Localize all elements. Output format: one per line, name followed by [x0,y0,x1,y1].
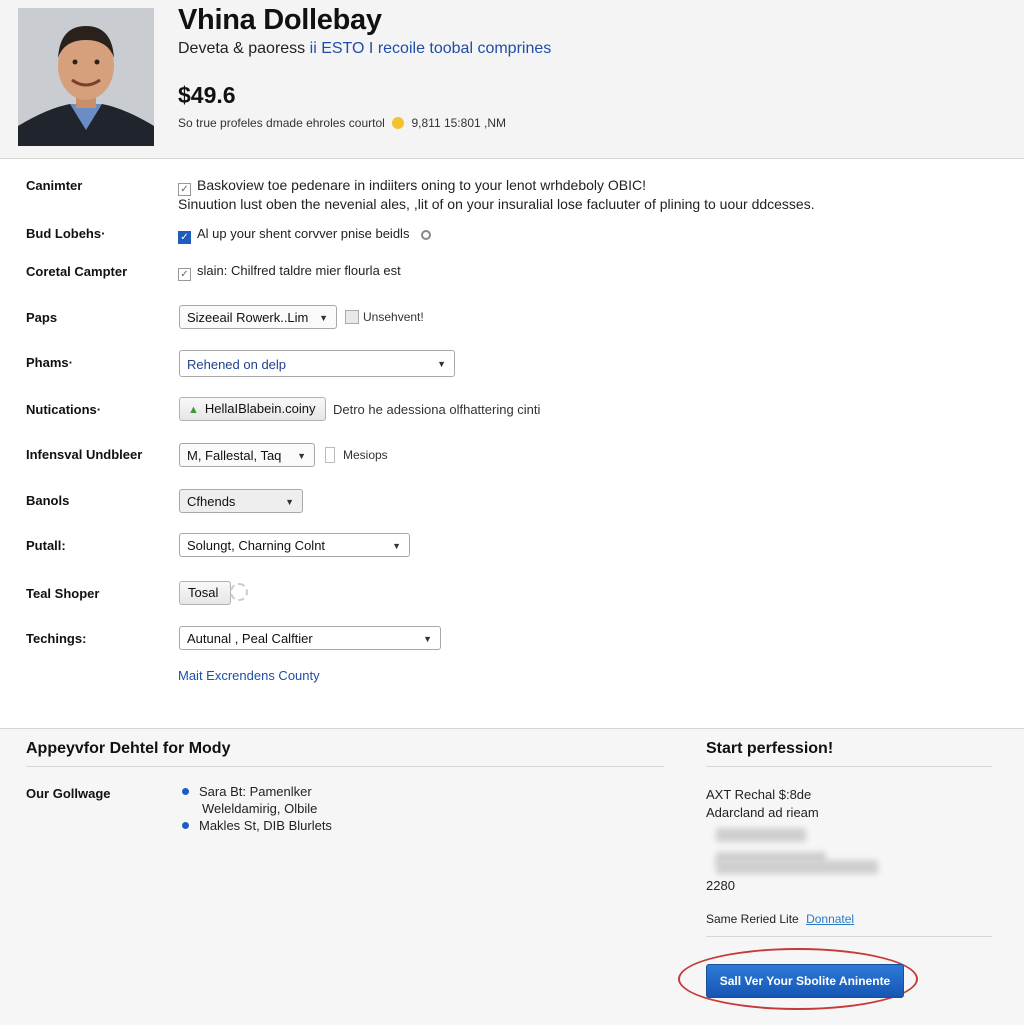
infensval-select-value: M, Fallestal, Taq [187,448,282,463]
banols-select[interactable]: Cfhends ▼ [179,489,303,513]
truncated-text [706,1016,766,1024]
footer-list-item: Sara Bt: Pamenlker [182,784,312,799]
paps-aside[interactable]: Unsehvent! [345,310,424,324]
chevron-down-icon: ▼ [297,451,306,461]
profile-meta: So true profeles dmade ehroles courtol 9… [178,116,506,130]
footer-right-note: Same Reried Lite Donnatel [706,912,854,926]
profile-name: Vhina Dollebay [178,4,382,36]
profile-avatar [18,8,154,146]
footer-right-divider [706,766,992,767]
chevron-down-icon: ▼ [319,313,328,323]
paps-select[interactable]: Sizeeail Rowerk..Lim ▼ [179,305,337,329]
footer-left-label: Our Gollwage [26,786,111,801]
footer-right-line1: AXT Rechal $:8de [706,787,812,802]
canimter-text: Baskoview toe pedenare in indiiters onin… [197,177,647,193]
subtitle-tag[interactable]: ii ESTO I [310,40,374,57]
tosal-button[interactable]: Tosal [179,581,231,605]
chevron-down-icon: ▼ [285,497,294,507]
canimter-checkbox-row[interactable]: ✓ Baskoview toe pedenare in indiiters oni… [178,177,646,196]
infensval-select[interactable]: M, Fallestal, Taq ▼ [179,443,315,467]
redacted-text [716,828,806,842]
spinner-icon [230,583,248,601]
meta-text: So true profeles dmade ehroles courtol [178,116,385,130]
phams-select[interactable]: Rehened on delp ▼ [179,350,455,377]
bullet-icon [182,822,189,829]
settings-form [0,160,1024,728]
redacted-text [716,860,878,874]
form-label-paps: Paps [26,310,58,325]
form-label-techings: Techings: [26,631,87,646]
footer-right-note-link[interactable]: Donnatel [806,912,854,926]
bud-lobehs-text: Al up your shent corvver pnise beidls [197,226,410,241]
nutications-button-label: HellaIBlabein.coiny [204,401,316,416]
paps-aside-text: Unsehvent! [363,310,424,324]
footer-left-divider [26,766,664,767]
chevron-down-icon: ▼ [437,359,446,369]
form-label-nutications: Nutications· [26,402,102,417]
footer-right-line2: Adarcland ad rieam [706,805,819,820]
infensval-aside-text: Mesiops [343,448,388,462]
sell-button[interactable]: Sall Ver Your Sbolite Aninente [706,964,904,998]
form-label-infensval: Infensval Undbleer [26,447,143,462]
county-link[interactable]: Mait Excrendens County [178,668,320,683]
footer-list-item-text: Makles St, DIB Blurlets [199,818,332,833]
chevron-down-icon: ▼ [423,634,432,644]
smiley-icon [392,117,405,129]
footer-list-item-text: Sara Bt: Pamenlker [199,784,312,799]
bullet-icon [182,788,189,795]
bud-lobehs-checkbox-row[interactable]: ✓ Al up your shent corvver pnise beidls [178,226,432,244]
coretal-text: slain: Chilfred taldre mier flourla est [197,263,401,278]
grid-icon [345,310,359,324]
chevron-down-icon: ▼ [392,541,401,551]
subtitle-prefix: Deveta & paoress [178,40,306,57]
form-label-banols: Banols [26,493,70,508]
form-label-coretal-campter: Coretal Campter [26,264,128,279]
banols-select-value: Cfhends [187,494,236,509]
canimter-text-line2: Sinuution lust oben the nevenial ales, ,… [178,196,815,212]
pipe-icon [325,447,335,463]
checkbox-icon[interactable]: ✓ [178,268,191,281]
infensval-aside[interactable]: Mesiops [325,447,388,463]
footer-list-item: Makles St, DIB Blurlets [182,818,332,833]
techings-select-value: Autunal , Peal Calftier [187,631,313,646]
coretal-checkbox-row[interactable]: ✓ slain: Chilfred taldre mier flourla est [178,263,401,281]
price: $49.6 [178,82,236,108]
footer-right-number: 2280 [706,878,735,893]
footer-right-divider-2 [706,936,992,937]
nutications-button[interactable]: ▲ HellaIBlabein.coiny [179,397,326,421]
meta-stats: 9,811 15:801 ,NM [411,116,506,130]
leaf-icon: ▲ [188,404,199,416]
info-icon[interactable] [421,230,432,240]
form-label-phams: Phams· [26,355,73,370]
form-label-canimter: Canimter [26,178,83,193]
form-label-bud-lobehs: Bud Lobehs· [26,226,106,241]
techings-select[interactable]: Autunal , Peal Calftier ▼ [179,626,441,650]
form-label-putall: Putall: [26,538,66,553]
putall-select-value: Solungt, Charning Colnt [187,538,326,553]
footer-right-note-text: Same Reried Lite [706,912,799,926]
profile-subtitle: Deveta & paoress ii ESTO I recoile tooba… [178,40,551,58]
checkbox-icon[interactable]: ✓ [178,183,191,196]
phams-select-value: Rehened on delp [187,357,287,372]
footer-list-item-continuation: Weleldamirig, Olbile [202,801,318,816]
subtitle-link[interactable]: recoile toobal comprines [378,40,551,57]
footer-left-title: Appeyvfor Dehtel for Mody [26,740,231,757]
profile-header: Vhina Dollebay Deveta & paoress ii ESTO … [0,0,1024,159]
form-label-teal-shoper: Teal Shoper [26,586,100,601]
nutications-aside: Detro he adessiona olfhattering cinti [333,402,541,417]
checked-checkbox-icon[interactable]: ✓ [178,231,191,244]
paps-select-value: Sizeeail Rowerk..Lim [187,310,309,325]
putall-select[interactable]: Solungt, Charning Colnt ▼ [179,533,410,557]
footer-right-title: Start perfession! [706,740,834,757]
